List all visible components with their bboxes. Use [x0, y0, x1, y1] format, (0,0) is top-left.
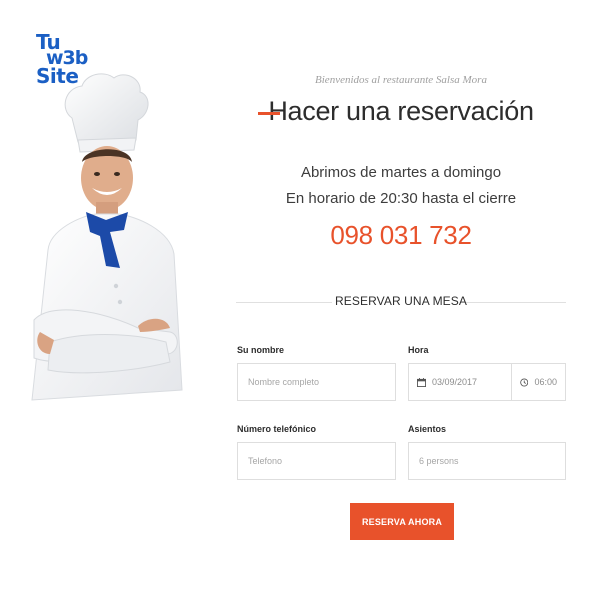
- phone-input[interactable]: [238, 443, 395, 479]
- seats-input[interactable]: [409, 443, 565, 479]
- section-title: RESERVAR UNA MESA: [335, 294, 467, 308]
- page-title: Hacer una reservación: [258, 96, 534, 127]
- seats-label: Asientos: [408, 424, 447, 434]
- time-value: 06:00: [534, 377, 557, 387]
- name-input[interactable]: [238, 364, 395, 400]
- phone-number[interactable]: 098 031 732: [236, 220, 566, 251]
- name-label: Su nombre: [237, 345, 285, 355]
- date-field[interactable]: 03/09/2017: [408, 363, 512, 401]
- page-title-wrap: Hacer una reservación: [236, 96, 566, 127]
- calendar-icon: [417, 377, 426, 387]
- section-divider: RESERVAR UNA MESA: [236, 292, 566, 312]
- seats-field-wrap: [408, 442, 566, 480]
- opening-days: Abrimos de martes a domingo: [300, 164, 502, 181]
- time-label: Hora: [408, 345, 429, 355]
- clock-icon: [520, 378, 529, 386]
- phone-label: Número telefónico: [237, 424, 317, 434]
- date-value: 03/09/2017: [432, 377, 478, 387]
- time-field[interactable]: 06:00: [511, 363, 566, 401]
- opening-time: En horario de 20:30 hasta el cierre: [285, 190, 517, 207]
- phone-field-wrap: [237, 442, 396, 480]
- title-accent-dash: [258, 112, 281, 115]
- chef-image: [31, 73, 183, 401]
- name-field-wrap: [237, 363, 396, 401]
- reserve-now-button[interactable]: RESERVA AHORA: [350, 503, 454, 540]
- reservation-page: Tu w3b Site Bienvenidos al restaurante S…: [0, 0, 600, 600]
- welcome-text: Bienvenidos al restaurante Salsa Mora: [315, 74, 487, 86]
- page-title-text: Hacer una reservación: [268, 96, 534, 126]
- opening-hours: Abrimos de martes a domingo En horario d…: [236, 160, 566, 212]
- divider-line-right: [466, 302, 566, 303]
